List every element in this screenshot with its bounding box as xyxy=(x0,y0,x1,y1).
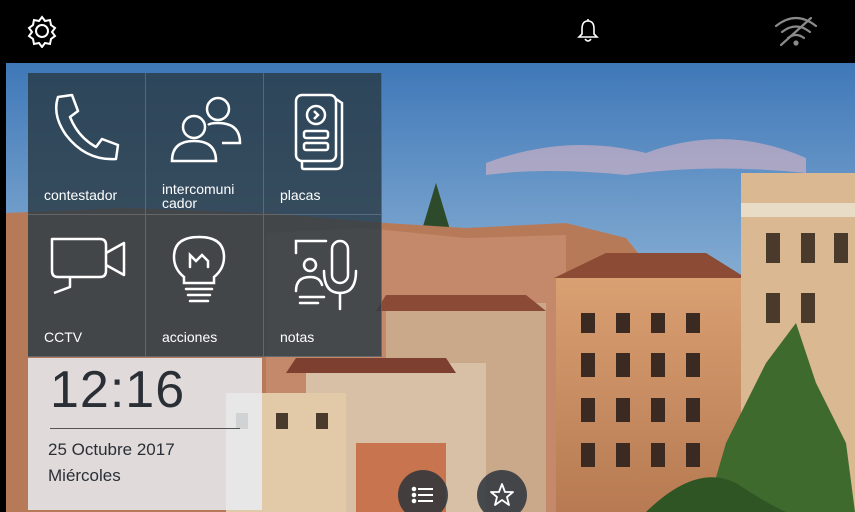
voice-note-icon xyxy=(294,239,358,311)
gear-icon[interactable] xyxy=(25,14,59,48)
app-tiles-grid: contestador intercomuni cador placas CCT… xyxy=(28,73,382,357)
camera-icon xyxy=(50,237,126,295)
users-icon xyxy=(170,96,242,163)
lightbulb-icon xyxy=(172,235,226,303)
tile-intercomunicador[interactable]: intercomuni cador xyxy=(146,73,264,215)
tile-placas[interactable]: placas xyxy=(264,73,382,215)
bell-icon[interactable] xyxy=(571,14,605,48)
favorites-button[interactable] xyxy=(477,470,527,512)
menu-button[interactable] xyxy=(398,470,448,512)
clock-date: 25 Octubre 2017 xyxy=(48,440,175,459)
intercom-home-screen: contestador intercomuni cador placas CCT… xyxy=(0,0,855,512)
tile-label-intercomunicador: intercomuni cador xyxy=(162,181,235,211)
tile-label-cctv: CCTV xyxy=(44,329,83,345)
tile-contestador[interactable]: contestador xyxy=(28,73,146,215)
tile-acciones[interactable]: acciones xyxy=(146,215,264,357)
clock-widget: 12:16 25 Octubre 2017 Miércoles xyxy=(28,358,262,510)
phone-icon xyxy=(55,93,120,161)
clock-time: 12:16 xyxy=(50,361,186,419)
tile-label-acciones: acciones xyxy=(162,329,218,345)
tile-label-contestador: contestador xyxy=(44,187,118,203)
clock-day: Miércoles xyxy=(48,466,121,485)
tile-cctv[interactable]: CCTV xyxy=(28,215,146,357)
menu-list-icon xyxy=(411,486,433,504)
tile-notas[interactable]: notas xyxy=(264,215,382,357)
clock-divider xyxy=(50,428,240,429)
door-panel-icon xyxy=(294,93,344,171)
wifi-off-icon[interactable] xyxy=(772,14,820,48)
top-bar xyxy=(0,0,855,63)
star-icon xyxy=(490,483,514,506)
tile-label-placas: placas xyxy=(280,187,321,203)
tile-label-notas: notas xyxy=(280,329,315,345)
